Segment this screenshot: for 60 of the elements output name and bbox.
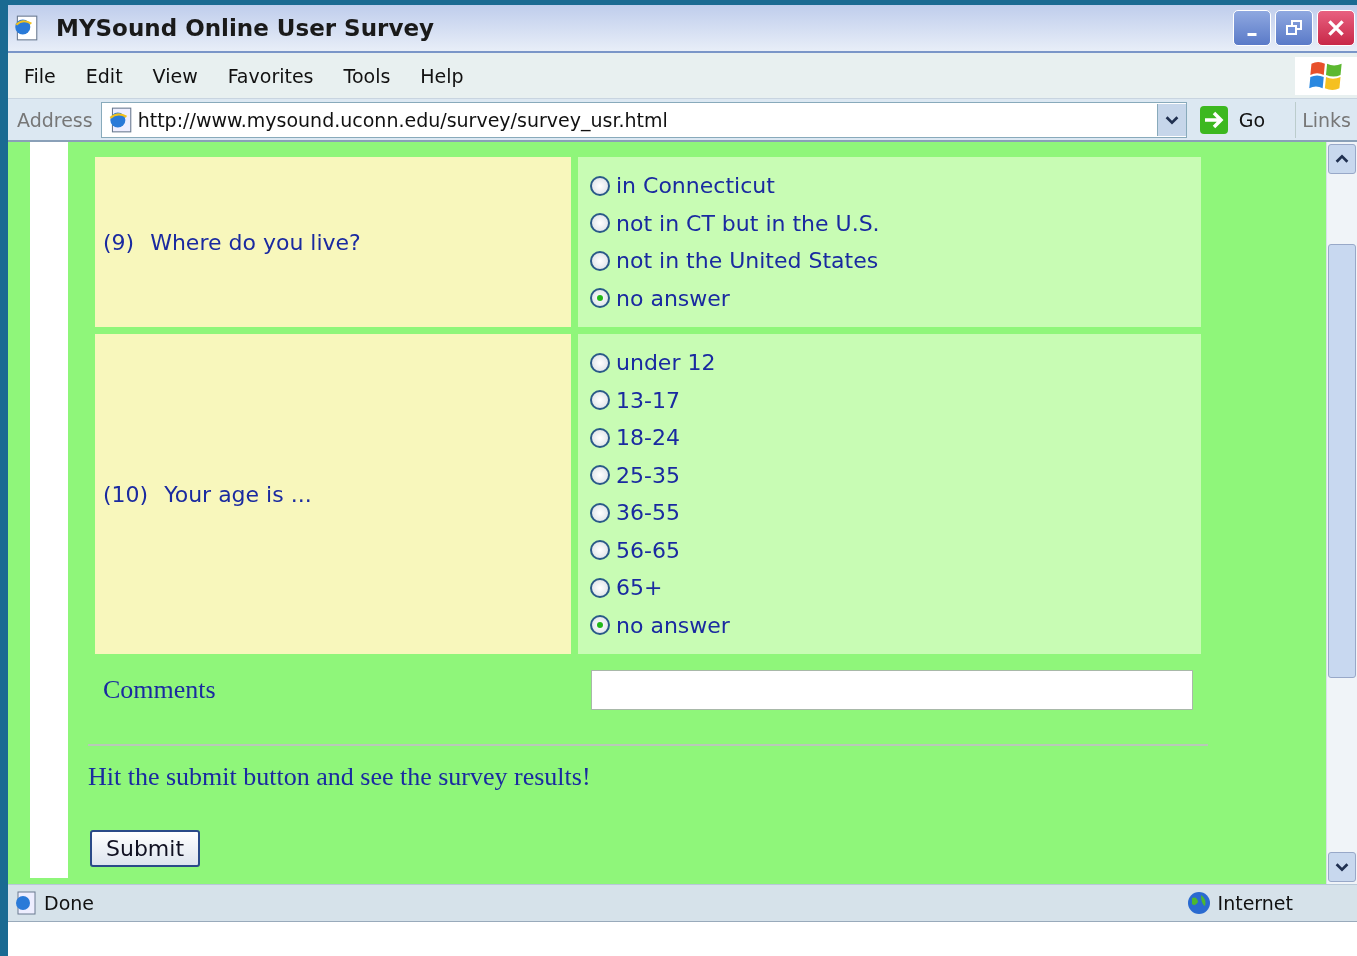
minimize-button[interactable]: [1233, 10, 1271, 46]
radio-button[interactable]: [590, 352, 610, 373]
radio-button[interactable]: [590, 577, 610, 598]
option-label[interactable]: 65+: [616, 575, 663, 601]
minimize-icon: [1247, 32, 1257, 36]
option-label[interactable]: 18-24: [616, 425, 680, 451]
menu-item[interactable]: Help: [405, 64, 479, 87]
option-label[interactable]: 36-55: [616, 500, 680, 526]
option-label[interactable]: not in CT but in the U.S.: [616, 210, 880, 236]
radio-button[interactable]: [590, 175, 610, 196]
go-button[interactable]: Go: [1186, 104, 1296, 135]
radio-button[interactable]: [590, 502, 610, 523]
option-label[interactable]: no answer: [616, 285, 730, 311]
radio-button[interactable]: [590, 465, 610, 486]
radio-button[interactable]: [590, 288, 610, 309]
arrow-right-icon: [1198, 104, 1229, 135]
dropdown-button[interactable]: [1156, 103, 1186, 136]
comments-field[interactable]: [591, 670, 1193, 710]
menu-item[interactable]: File: [8, 64, 71, 87]
scroll-thumb[interactable]: [1328, 244, 1356, 678]
submit-note: Hit the submit button and see the survey results!: [88, 762, 592, 792]
option-label[interactable]: in Connecticut: [616, 173, 775, 199]
address-field[interactable]: http://www.mysound.uconn.edu/survey/survey_usr.html: [100, 101, 1187, 138]
question-number: (9): [103, 229, 135, 255]
radio-button[interactable]: [590, 213, 610, 234]
radio-button[interactable]: [590, 615, 610, 636]
address-label: Address: [16, 108, 94, 131]
window-title: MYSound Online User Survey: [56, 15, 435, 41]
browser-page-icon: [12, 14, 40, 42]
submit-button[interactable]: Submit: [90, 830, 201, 867]
security-zone: Internet: [1217, 892, 1294, 914]
status-text: Done: [44, 892, 94, 914]
option-label[interactable]: 56-65: [616, 537, 680, 563]
question-number: (10): [103, 481, 149, 507]
close-button[interactable]: [1317, 10, 1355, 46]
scroll-up-button[interactable]: [1328, 144, 1356, 174]
radio-button[interactable]: [590, 427, 610, 448]
option-label[interactable]: 25-35: [616, 462, 680, 488]
option-label[interactable]: not in the United States: [616, 248, 879, 274]
menu-item[interactable]: View: [137, 64, 213, 87]
links-button[interactable]: Links: [1295, 101, 1357, 138]
question-text: Your age is ...: [164, 481, 312, 507]
radio-button[interactable]: [590, 390, 610, 411]
radio-button[interactable]: [590, 250, 610, 271]
restore-icon: [1284, 18, 1304, 38]
scrollbar[interactable]: [1326, 142, 1357, 884]
restore-button[interactable]: [1275, 10, 1313, 46]
scroll-down-button[interactable]: [1328, 852, 1356, 882]
option-label[interactable]: no answer: [616, 612, 730, 638]
menu-item[interactable]: Favorites: [212, 64, 329, 87]
menu-item[interactable]: Tools: [328, 64, 406, 87]
comments-label: Comments: [102, 675, 217, 705]
globe-icon: [1185, 890, 1212, 916]
option-label[interactable]: under 12: [616, 350, 716, 376]
windows-flag-icon: [1295, 56, 1357, 95]
close-icon: [1325, 17, 1347, 39]
menu-item[interactable]: Edit: [70, 64, 138, 87]
question-text: Where do you live?: [150, 229, 361, 255]
radio-button[interactable]: [590, 540, 610, 561]
option-label[interactable]: 13-17: [616, 387, 680, 413]
